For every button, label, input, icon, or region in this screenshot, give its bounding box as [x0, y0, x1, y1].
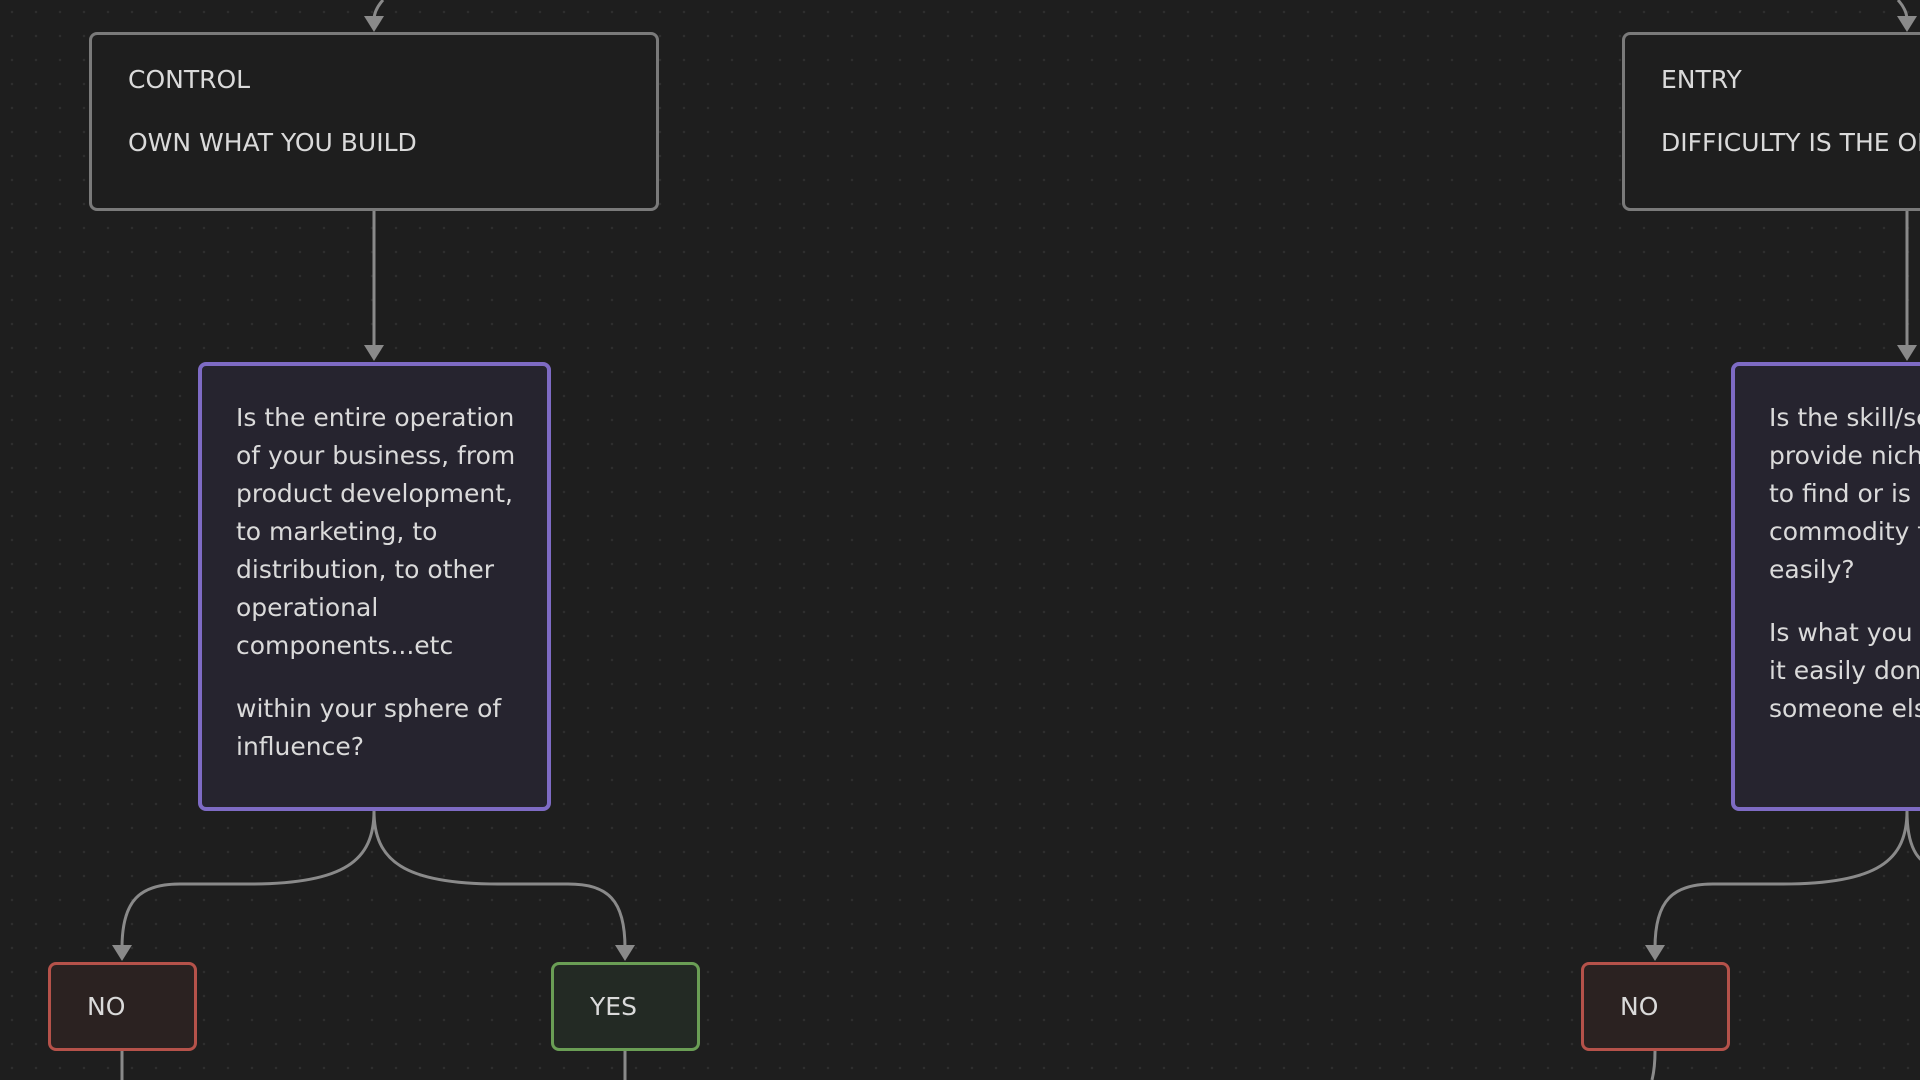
question-entry-paragraph-1: Is the skill/ser provide niche to find o… — [1769, 399, 1920, 589]
node-entry-title: ENTRY — [1661, 65, 1742, 94]
question-control-paragraph-1: Is the entire operation of your business… — [236, 399, 516, 665]
question-entry-line: to find or is it — [1769, 479, 1920, 508]
answer-yes-label: YES — [590, 991, 637, 1021]
arrowhead-entry-question-to-no — [1645, 945, 1665, 961]
question-entry-line: Is what you d — [1769, 618, 1920, 647]
arrowhead-question-to-yes — [615, 945, 635, 961]
question-control-line: to marketing, to — [236, 517, 438, 546]
question-control-paragraph-2: within your sphere of influence? — [236, 690, 513, 766]
question-entry-line: provide niche — [1769, 441, 1920, 470]
node-control-title: CONTROL — [128, 65, 251, 94]
node-answer-yes[interactable]: YES — [551, 962, 700, 1051]
arrowhead-entry-to-question — [1897, 345, 1917, 361]
question-entry-line: commodity fo — [1769, 517, 1920, 546]
question-control-line: within your sphere of — [236, 694, 502, 723]
node-question-entry[interactable]: Is the skill/ser provide niche to find o… — [1731, 362, 1920, 811]
connector-entry-question-to-no — [1653, 810, 1909, 949]
node-answer-no[interactable]: NO — [48, 962, 197, 1051]
flowchart-canvas[interactable]: CONTROL OWN WHAT YOU BUILD ENTRY DIFFICU… — [0, 0, 1920, 1080]
question-control-line: influence? — [236, 732, 365, 761]
connector-question-to-no — [120, 810, 376, 949]
question-entry-line: Is the skill/ser — [1769, 403, 1920, 432]
question-control-line: of your business, from — [236, 441, 516, 470]
question-entry-line: it easily done — [1769, 656, 1920, 685]
connector-below-no-2 — [1650, 1050, 1657, 1080]
question-control-line: components...etc — [236, 631, 454, 660]
question-control-line: distribution, to other — [236, 555, 495, 584]
arrowhead-control-to-question — [364, 345, 384, 361]
node-control-subtitle: OWN WHAT YOU BUILD — [128, 128, 417, 157]
question-entry-line: someone else — [1769, 694, 1920, 723]
node-entry-subtitle: DIFFICULTY IS THE OPP — [1661, 128, 1920, 157]
question-control-line: Is the entire operation — [236, 403, 515, 432]
node-control[interactable]: CONTROL OWN WHAT YOU BUILD — [89, 32, 659, 211]
arrowhead-question-to-no — [112, 945, 132, 961]
connector-entry-question-to-right — [1905, 810, 1920, 861]
node-entry[interactable]: ENTRY DIFFICULTY IS THE OPP — [1622, 32, 1920, 211]
question-control-line: operational — [236, 593, 379, 622]
node-answer-no-entry[interactable]: NO — [1581, 962, 1730, 1051]
arrowhead-into-control — [364, 16, 384, 32]
question-entry-paragraph-2: Is what you d it easily done someone els… — [1769, 614, 1920, 728]
node-question-control[interactable]: Is the entire operation of your business… — [198, 362, 551, 811]
question-entry-line: easily? — [1769, 555, 1855, 584]
answer-no-label: NO — [87, 991, 126, 1021]
arrowhead-into-entry — [1897, 16, 1917, 32]
answer-no-entry-label: NO — [1620, 991, 1659, 1021]
question-control-line: product development, — [236, 479, 513, 508]
connector-question-to-yes — [372, 810, 627, 949]
